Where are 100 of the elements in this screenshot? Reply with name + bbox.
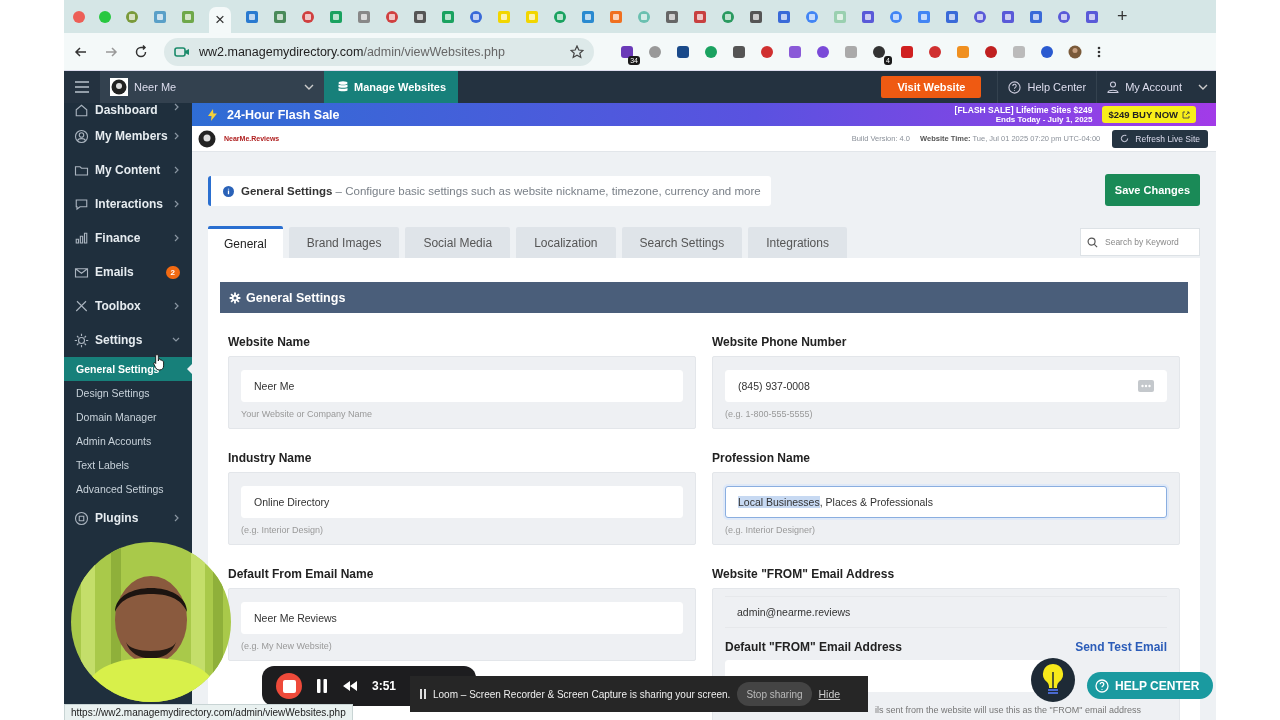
sidebar-item[interactable]: My Content <box>64 153 192 187</box>
extension-icon[interactable] <box>872 44 886 59</box>
reload-icon[interactable] <box>134 44 148 59</box>
field-label: Industry Name <box>228 451 313 465</box>
manage-websites-button[interactable]: Manage Websites <box>324 71 459 103</box>
tab-favicon-icon[interactable] <box>553 9 567 24</box>
gear-icon <box>74 332 89 348</box>
back-icon[interactable] <box>74 44 88 59</box>
tab-favicon-icon[interactable] <box>301 9 315 24</box>
tab-favicon-icon[interactable] <box>861 9 875 24</box>
settings-tab[interactable]: Localization <box>516 227 616 258</box>
settings-tab[interactable]: Search Settings <box>621 227 743 258</box>
menu-icon[interactable] <box>74 80 90 94</box>
text-field[interactable]: (845) 937-0008 <box>725 370 1167 402</box>
tab-favicon-icon[interactable] <box>777 9 791 24</box>
lightbulb-icon[interactable] <box>1031 658 1075 702</box>
extension-icon[interactable] <box>620 44 634 59</box>
rewind-icon[interactable] <box>342 680 358 692</box>
tab-favicon-icon[interactable] <box>665 9 679 24</box>
tab-favicon-icon[interactable] <box>385 9 399 24</box>
pause-icon[interactable] <box>316 678 328 694</box>
send-test-email-link[interactable]: Send Test Email <box>1075 640 1167 654</box>
sidebar-subitem[interactable]: Text Labels <box>64 453 192 477</box>
search-field[interactable]: Search by Keyword <box>1080 228 1200 256</box>
sidebar-item[interactable]: Emails 2 <box>64 255 192 289</box>
sidebar-subitem[interactable]: Domain Manager <box>64 405 192 429</box>
chevron-down-icon[interactable] <box>1198 84 1208 90</box>
info-icon <box>223 185 234 197</box>
text-field[interactable]: Neer Me <box>241 370 683 402</box>
tab-favicon-icon[interactable] <box>245 9 259 24</box>
tab-favicon-icon[interactable] <box>581 9 595 24</box>
settings-tab[interactable]: Social Media <box>405 227 511 258</box>
url-text: ww2.managemydirectory.com/admin/viewWebsites.php <box>199 44 506 59</box>
sidebar-item[interactable]: Settings <box>64 323 192 357</box>
tab-favicon-icon[interactable] <box>413 9 427 24</box>
profile-avatar-icon[interactable] <box>1068 44 1082 59</box>
tab-favicon-icon[interactable] <box>721 9 735 24</box>
user-icon <box>1107 81 1120 93</box>
tab-favicon-icon[interactable] <box>441 9 455 24</box>
sidebar-subitem[interactable]: Design Settings <box>64 381 192 405</box>
address-bar[interactable]: ww2.managemydirectory.com/admin/viewWebsites.php <box>164 37 594 66</box>
tab-favicon-icon[interactable] <box>917 9 931 24</box>
database-icon <box>338 81 348 93</box>
tab-favicon-icon[interactable] <box>1085 9 1099 24</box>
tab-favicon-icon[interactable] <box>1057 9 1071 24</box>
refresh-icon <box>1120 134 1130 143</box>
tab-favicon-icon[interactable] <box>973 9 987 24</box>
tab-favicon-icon[interactable] <box>329 9 343 24</box>
more-menu-icon[interactable] <box>1096 44 1102 59</box>
stop-recording-button[interactable] <box>276 673 302 699</box>
tab-favicon-icon[interactable] <box>125 9 139 24</box>
text-field[interactable]: Local Businesses, Places & Professionals <box>725 486 1167 518</box>
field-label: Default From Email Name <box>228 567 375 581</box>
tab-favicon-icon[interactable] <box>1029 9 1043 24</box>
sidebar-subitem[interactable]: General Settings <box>64 357 192 381</box>
forward-icon[interactable] <box>104 44 118 59</box>
tab-favicon-icon[interactable] <box>273 9 287 24</box>
window-close-button[interactable] <box>73 10 85 23</box>
extension-icon[interactable] <box>676 44 690 59</box>
sidebar-item[interactable]: Plugins <box>64 501 192 535</box>
sidebar-item[interactable]: Finance <box>64 221 192 255</box>
field-hint: (e.g. My New Website) <box>241 641 333 651</box>
field-value: Neer Me Reviews <box>254 612 338 624</box>
bookmark-star-icon[interactable] <box>570 44 584 59</box>
promo-deadline: Ends Today - July 1, 2025 <box>995 114 1093 125</box>
help-circle-icon <box>1095 678 1109 693</box>
tab-favicon-icon[interactable] <box>693 9 707 24</box>
tab-favicon-icon[interactable] <box>469 9 483 24</box>
tab-favicon-icon[interactable] <box>357 9 371 24</box>
tab-favicon-icon[interactable] <box>889 9 903 24</box>
settings-tab[interactable]: General <box>208 226 283 258</box>
chevron-down-icon <box>304 84 314 90</box>
site-logo-icon <box>110 78 128 96</box>
tab-favicon-icon[interactable] <box>805 9 819 24</box>
tab-favicon-icon[interactable] <box>945 9 959 24</box>
sidebar-subitem[interactable]: Admin Accounts <box>64 429 192 453</box>
tab-favicon-icon[interactable] <box>1001 9 1015 24</box>
field-hint: (e.g. Interior Designer) <box>725 525 817 535</box>
save-changes-button[interactable]: Save Changes <box>1104 174 1200 206</box>
text-field[interactable]: Neer Me Reviews <box>241 602 683 634</box>
settings-tab[interactable]: Integrations <box>748 227 847 258</box>
house-icon <box>74 103 89 118</box>
site-selector[interactable]: Neer Me <box>100 71 324 103</box>
text-field[interactable]: Online Directory <box>241 486 683 518</box>
field-value: Local Businesses, Places & Professionals <box>738 496 934 508</box>
sidebar-item[interactable]: Toolbox <box>64 289 192 323</box>
extension-icon[interactable] <box>732 44 746 59</box>
hide-link[interactable]: Hide <box>818 688 841 700</box>
buy-now-button[interactable]: $249 BUY NOW <box>1102 106 1196 123</box>
browser-tab[interactable]: × <box>209 7 231 33</box>
stop-sharing-button[interactable]: Stop sharing <box>737 682 812 706</box>
sidebar-item[interactable]: Interactions <box>64 187 192 221</box>
promo-headline: [FLASH SALE] Lifetime Sites $249 <box>954 104 1093 115</box>
sidebar-item[interactable]: My Members <box>64 119 192 153</box>
refresh-live-site-button[interactable]: Refresh Live Site <box>1112 129 1208 148</box>
settings-tab[interactable]: Brand Images <box>288 227 400 258</box>
new-tab-button[interactable]: + <box>1113 6 1132 27</box>
tab-favicon-icon[interactable] <box>749 9 763 24</box>
sidebar-subitem[interactable]: Advanced Settings <box>64 477 192 501</box>
sidebar-item[interactable]: Dashboard <box>64 103 192 115</box>
